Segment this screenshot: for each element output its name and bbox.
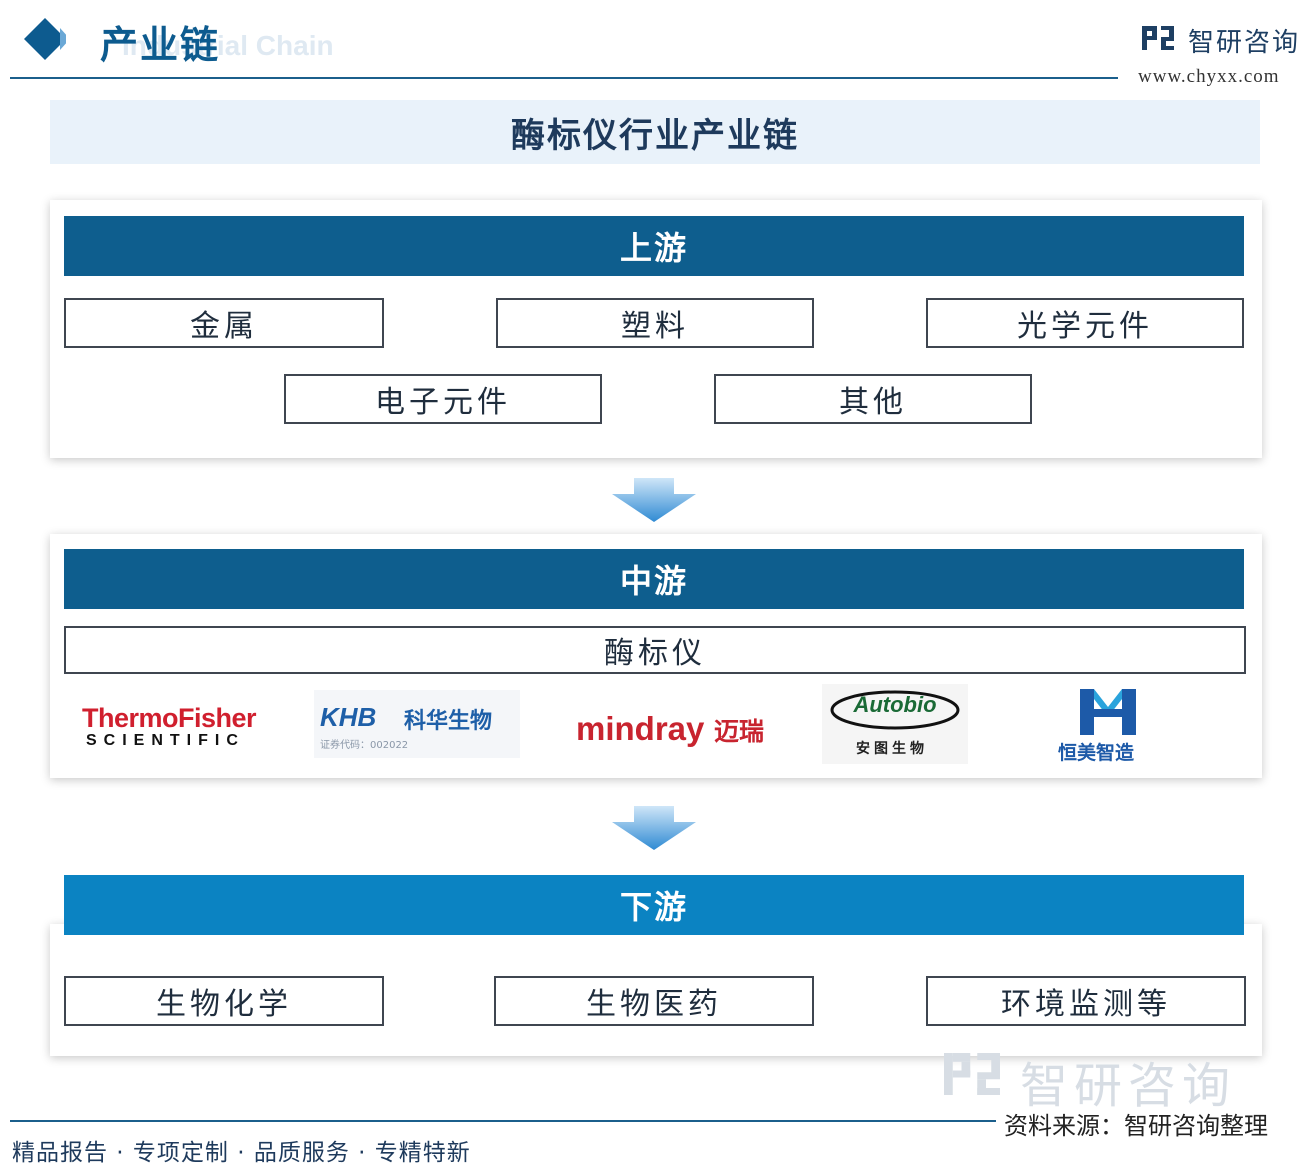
footer-slogan: 精品报告 · 专项定制 · 品质服务 · 专精特新	[12, 1140, 471, 1166]
upstream-bar: 上游	[64, 216, 1244, 276]
footer-divider	[10, 1120, 996, 1122]
thermofisher-logo-sub: SCIENTIFIC	[86, 732, 245, 749]
upstream-item-other: 其他	[714, 374, 1032, 424]
midstream-product: 酶标仪	[64, 626, 1246, 674]
upstream-item-optical: 光学元件	[926, 298, 1244, 348]
diagram-title: 酶标仪行业产业链	[511, 115, 799, 156]
watermark-logo-icon	[944, 1053, 1000, 1095]
upstream-item-electronic: 电子元件	[284, 374, 602, 424]
arrow-down-icon	[612, 478, 696, 522]
upstream-item-metal: 金属	[64, 298, 384, 348]
kehua-stock-code: 证券代码：002022	[320, 740, 409, 751]
hengmei-logo-icon	[1080, 689, 1136, 735]
source-note: 资料来源：智研咨询整理	[1004, 1112, 1268, 1140]
brand-logo-icon	[1142, 26, 1174, 50]
kehua-logo-cn: 科华生物	[404, 709, 493, 734]
upstream-item-plastic: 塑料	[496, 298, 814, 348]
diagram-title-band: 酶标仪行业产业链	[50, 100, 1260, 164]
thermofisher-logo: ThermoFisher	[82, 703, 257, 733]
brand-url: www.chyxx.com	[1138, 66, 1280, 87]
downstream-bar: 下游	[64, 875, 1244, 935]
midstream-bar: 中游	[64, 549, 1244, 609]
diamond-icon	[24, 18, 66, 60]
kehua-logo: KHB	[320, 702, 377, 732]
mindray-logo-cn: 迈瑞	[714, 717, 765, 746]
header-divider	[10, 77, 1118, 79]
autobio-logo-cn: 安图生物	[856, 741, 928, 757]
autobio-logo: Autobio	[853, 692, 937, 717]
downstream-item-environment: 环境监测等	[926, 976, 1246, 1026]
downstream-item-biomedicine: 生物医药	[494, 976, 814, 1026]
header-title: 产业链	[100, 23, 221, 67]
arrow-down-icon	[612, 806, 696, 850]
mindray-logo: mindray	[576, 710, 705, 747]
hengmei-logo-cn: 恒美智造	[1058, 742, 1135, 764]
watermark: 智研咨询	[944, 1046, 1274, 1114]
brand-name: 智研咨询	[1188, 28, 1301, 58]
downstream-item-biochemistry: 生物化学	[64, 976, 384, 1026]
